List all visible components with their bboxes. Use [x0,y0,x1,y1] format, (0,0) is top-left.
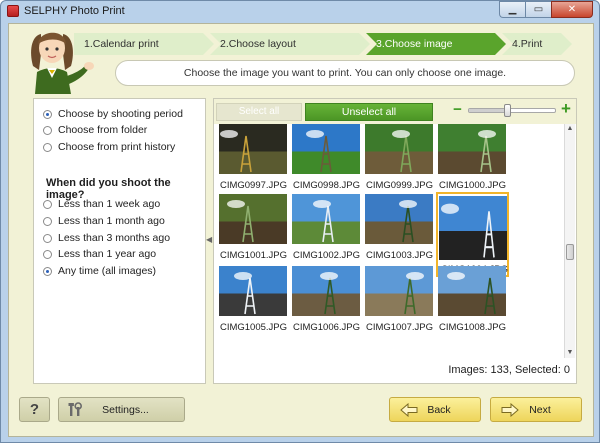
zoom-in-icon[interactable]: + [559,100,573,117]
photo-thumbnail [219,194,287,244]
image-thumbnail-cell[interactable]: CIMG1005.JPG [217,266,290,350]
window-title: SELPHY Photo Print [24,5,125,17]
option-from-folder[interactable]: Choose from folder [43,123,147,137]
image-filename: CIMG1003.JPG [365,250,434,261]
image-thumbnail-cell[interactable]: CIMG1008.JPG [436,266,509,350]
step-choose-layout: 2.Choose layout [210,33,370,55]
title-bar[interactable]: SELPHY Photo Print ▁ ▭ ✕ [1,1,599,23]
image-filename: CIMG1002.JPG [292,250,361,261]
radio-button[interactable] [43,249,52,259]
next-label: Next [529,404,551,416]
zoom-out-icon[interactable]: − [451,102,464,117]
filter-panel: Choose by shooting period Choose from fo… [33,98,206,384]
image-thumbnail-cell[interactable]: CIMG1006.JPG [290,266,363,350]
collapse-panel-arrow-icon[interactable]: ◀ [206,233,212,247]
instruction-bubble: Choose the image you want to print. You … [115,60,575,86]
maximize-icon: ▭ [533,4,544,15]
scroll-up-arrow-icon[interactable]: ▲ [565,124,575,134]
step-choose-image: 3.Choose image [366,33,506,55]
zoom-slider[interactable] [468,104,556,117]
photo-thumbnail [292,124,360,174]
back-button[interactable]: Back [389,397,481,422]
option-any-time[interactable]: Any time (all images) [43,264,156,278]
select-all-button[interactable]: Select all [216,103,302,121]
option-label: Choose from print history [58,141,176,153]
photo-thumbnail [365,194,433,244]
minimize-icon: ▁ [508,4,517,15]
selection-status: Images: 133, Selected: 0 [448,364,570,376]
step-progress-bar: 1.Calendar print 2.Choose layout 3.Choos… [74,33,574,55]
option-1-week[interactable]: Less than 1 week ago [43,197,160,211]
thumbnail-grid: CIMG0997.JPG CIMG0998.JPG CIMG0999.JPG CIMG… [215,124,563,358]
zoom-slider-thumb[interactable] [503,104,511,117]
close-icon: ✕ [567,4,577,15]
option-label: Less than 1 week ago [58,198,161,210]
settings-label: Settings... [102,404,149,416]
image-toolbar: Select all Unselect all − + [214,99,576,124]
radio-button[interactable] [43,233,52,243]
maximize-button[interactable]: ▭ [525,1,551,18]
image-filename: CIMG1001.JPG [219,250,288,261]
image-thumbnail-cell[interactable]: CIMG1004.JPG [436,192,509,277]
radio-button[interactable] [43,266,52,276]
step-print: 4.Print [502,33,572,55]
minimize-button[interactable]: ▁ [499,1,525,18]
step-label: 2.Choose layout [220,38,296,50]
settings-button[interactable]: Settings... [58,397,185,422]
option-1-year[interactable]: Less than 1 year ago [43,247,156,261]
photo-thumbnail [365,124,433,174]
photo-thumbnail [438,124,506,174]
app-icon [7,5,19,17]
radio-button[interactable] [43,109,52,119]
image-filename: CIMG0999.JPG [365,180,434,191]
photo-thumbnail [365,266,433,316]
photo-thumbnail [219,124,287,174]
zoom-slider-fill [469,109,508,112]
scroll-thumb[interactable] [566,244,574,260]
option-label: Less than 3 months ago [58,232,171,244]
image-filename: CIMG1006.JPG [292,322,361,333]
vertical-scrollbar[interactable]: ▲ ▼ [564,124,575,358]
image-panel: Select all Unselect all − + CIMG0997.JPG… [213,98,577,384]
back-label: Back [427,404,451,416]
radio-button[interactable] [43,142,52,152]
next-button[interactable]: Next [490,397,582,422]
image-filename: CIMG0997.JPG [219,180,288,191]
radio-button[interactable] [43,125,52,135]
client-area: 1.Calendar print 2.Choose layout 3.Choos… [8,23,594,437]
image-filename: CIMG1007.JPG [365,322,434,333]
photo-thumbnail [438,266,506,316]
photo-thumbnail [439,196,507,260]
help-button[interactable]: ? [19,397,50,422]
option-label: Less than 1 month ago [58,215,165,227]
option-3-months[interactable]: Less than 3 months ago [43,231,170,245]
image-filename: CIMG1005.JPG [219,322,288,333]
window-controls: ▁ ▭ ✕ [499,1,593,19]
option-print-history[interactable]: Choose from print history [43,140,175,154]
option-shooting-period[interactable]: Choose by shooting period [43,107,183,121]
bottom-bar: ? Settings... Back Next [8,386,594,436]
image-filename: CIMG0998.JPG [292,180,361,191]
unselect-all-button[interactable]: Unselect all [305,103,433,121]
option-1-month[interactable]: Less than 1 month ago [43,214,165,228]
image-filename: CIMG1008.JPG [438,322,507,333]
scroll-down-arrow-icon[interactable]: ▼ [565,348,575,358]
photo-thumbnail [292,266,360,316]
option-label: Choose from folder [58,124,148,136]
guide-character-avatar [31,32,94,94]
app-window: SELPHY Photo Print ▁ ▭ ✕ 1.Calendar prin… [0,0,600,443]
radio-button[interactable] [43,199,52,209]
image-filename: CIMG1000.JPG [438,180,507,191]
instruction-text: Choose the image you want to print. You … [183,67,507,79]
step-label: 3.Choose image [376,38,453,50]
radio-button[interactable] [43,216,52,226]
option-label: Any time (all images) [58,265,157,277]
photo-thumbnail [219,266,287,316]
close-button[interactable]: ✕ [551,1,593,18]
photo-thumbnail [292,194,360,244]
option-label: Choose by shooting period [58,108,183,120]
option-label: Less than 1 year ago [58,248,157,260]
image-thumbnail-cell[interactable]: CIMG1007.JPG [363,266,436,350]
step-label: 4.Print [512,38,543,50]
